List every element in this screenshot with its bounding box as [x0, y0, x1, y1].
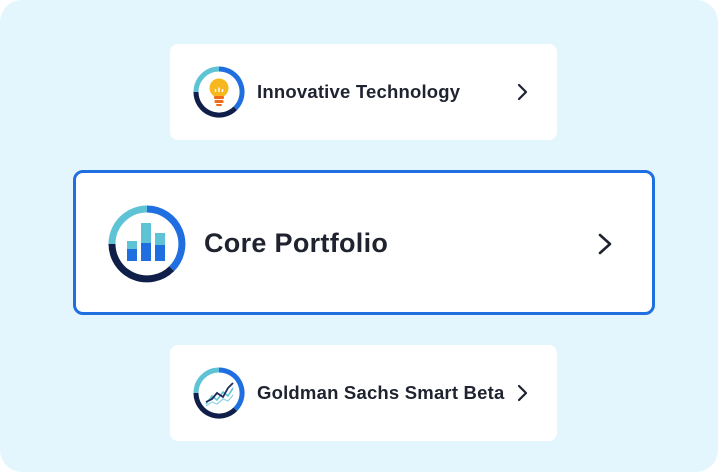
portfolio-card-label: Core Portfolio: [204, 228, 389, 258]
chevron-right-icon: [596, 231, 614, 257]
portfolio-selector: Innovative Technology Core Portfolio Gol…: [0, 0, 718, 472]
portfolio-card-core-portfolio[interactable]: Core Portfolio: [73, 170, 655, 315]
portfolio-card-label: Goldman Sachs Smart Beta: [257, 382, 505, 403]
bar-chart-icon: [106, 203, 188, 285]
lightbulb-icon: [192, 65, 246, 119]
chevron-right-icon: [516, 383, 530, 403]
portfolio-card-innovative-technology[interactable]: Innovative Technology: [170, 44, 557, 140]
line-chart-icon: [192, 366, 246, 420]
portfolio-card-smart-beta[interactable]: Goldman Sachs Smart Beta: [170, 345, 557, 441]
chevron-right-icon: [516, 82, 530, 102]
portfolio-card-label: Innovative Technology: [257, 81, 461, 102]
